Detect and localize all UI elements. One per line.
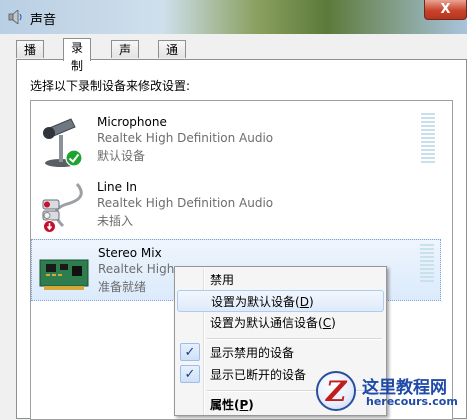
- menu-item-label: 属性(P): [210, 398, 254, 412]
- menu-item-disable[interactable]: 禁用: [177, 269, 384, 291]
- level-meter: [420, 244, 434, 282]
- device-name: Stereo Mix: [98, 246, 162, 260]
- device-status: 准备就绪: [98, 280, 147, 294]
- instruction-text: 选择以下录制设备来修改设置:: [30, 79, 191, 93]
- device-description: Realtek High Definition Audio: [97, 131, 274, 145]
- default-check-icon: [65, 149, 83, 167]
- device-status: 默认设备: [97, 149, 146, 163]
- tab-communications[interactable]: 通信: [158, 40, 187, 75]
- menu-item-set-default[interactable]: 设置为默认设备(D): [177, 290, 384, 312]
- tab-sounds[interactable]: 声音: [111, 40, 140, 75]
- unplugged-icon: [43, 220, 56, 233]
- title-bar: 声音 X: [0, 0, 467, 34]
- watermark-url: herecours.com: [366, 395, 458, 408]
- menu-separator: [207, 338, 382, 340]
- menu-item-label: 禁用: [210, 273, 235, 287]
- sound-card-icon: [39, 259, 89, 290]
- tab-recording[interactable]: 录制: [63, 38, 92, 73]
- device-status: 未插入: [97, 214, 134, 228]
- watermark: Z 这里教程网 herecours.com: [310, 369, 467, 415]
- speaker-icon: [8, 10, 22, 24]
- device-line-in[interactable]: Line In Realtek High Definition Audio 未插…: [31, 174, 441, 236]
- checkmark-icon: ✓: [180, 365, 200, 383]
- menu-item-label: 显示已断开的设备: [210, 368, 307, 382]
- menu-item-label: 显示禁用的设备: [210, 346, 295, 360]
- level-meter: [421, 113, 435, 163]
- device-description: Realtek High: [98, 262, 175, 276]
- device-microphone[interactable]: Microphone Realtek High Definition Audio…: [31, 109, 441, 171]
- menu-item-label: 设置为默认设备(D): [211, 295, 314, 309]
- checkmark-icon: ✓: [180, 343, 200, 361]
- watermark-logo-icon: Z: [316, 371, 356, 411]
- menu-item-show-disabled[interactable]: ✓ 显示禁用的设备: [177, 342, 384, 364]
- menu-item-label: 设置为默认通信设备(C): [210, 316, 336, 330]
- window-title: 声音: [30, 13, 57, 28]
- device-name: Line In: [97, 180, 137, 194]
- device-description: Realtek High Definition Audio: [97, 196, 274, 210]
- close-button[interactable]: X: [424, 0, 467, 20]
- device-name: Microphone: [97, 115, 167, 129]
- tab-playback[interactable]: 播放: [16, 40, 45, 75]
- menu-item-set-default-comm[interactable]: 设置为默认通信设备(C): [177, 312, 384, 334]
